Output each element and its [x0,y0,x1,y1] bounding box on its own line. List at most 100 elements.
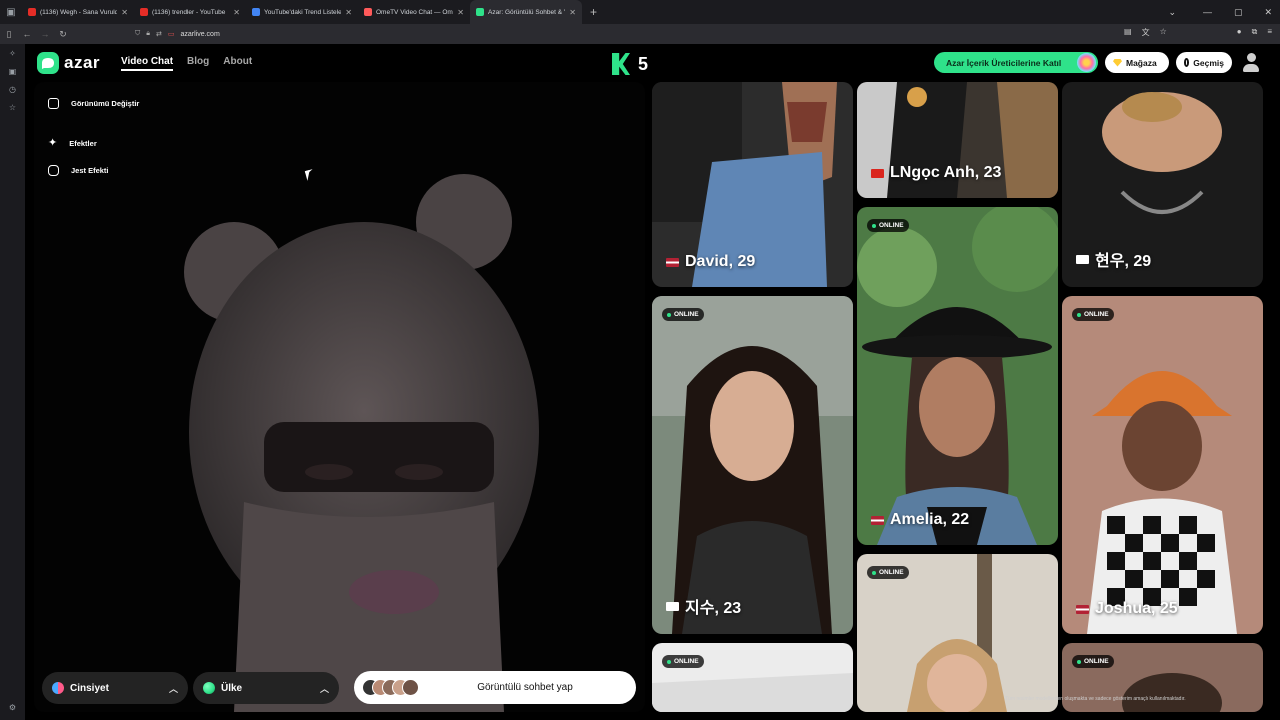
extensions-puzzle-icon[interactable]: ⧉ [1252,27,1258,38]
online-badge: ONLINE [867,566,909,579]
profile-card[interactable]: LNgọc Anh, 23 [857,82,1058,198]
translate-icon[interactable]: 文 [1142,27,1150,38]
forward-icon[interactable]: → [36,29,54,39]
sidebar-toggle-icon[interactable]: ▣ [0,0,22,24]
sidebar-panel-icon[interactable]: ▯ [0,29,18,40]
back-icon[interactable]: ← [18,29,36,39]
close-tab-icon[interactable]: ✕ [569,8,576,17]
reader-view-icon[interactable]: ▤ [1124,27,1132,38]
profile-card[interactable]: David, 29 [652,82,853,287]
bookmark-star-icon[interactable]: ☆ [1160,27,1167,38]
main-nav: Video Chat Blog About [121,56,252,71]
bookmarks-icon[interactable]: ☆ [0,98,25,116]
profile-card[interactable]: ONLINE 지수, 23 [652,296,853,634]
close-tab-icon[interactable]: ✕ [121,8,128,17]
azar-logo[interactable]: azar [37,52,100,74]
shield-icon[interactable]: ⛉ [135,30,140,38]
gem-icon [1113,58,1122,67]
azar-favicon-icon [476,8,484,16]
close-tab-icon[interactable]: ✕ [457,8,464,17]
profile-photo [857,207,1058,545]
nav-about[interactable]: About [223,56,252,71]
profile-name: 현우, 29 [1076,247,1151,271]
permissions-icon[interactable]: ⇄ [156,30,162,38]
extension-icon[interactable]: ● [1237,27,1242,38]
youtube-favicon-icon [140,8,148,16]
creator-join-button[interactable]: Azar İçerik Üreticilerine Katıl [934,52,1098,73]
switch-view-option[interactable]: Görünümü Değiştir [48,98,139,109]
maximize-icon[interactable]: ▢ [1234,7,1243,18]
url-text[interactable]: azarlive.com [180,31,219,38]
switch-view-icon [48,98,59,109]
kr-flag-icon [666,601,679,611]
lock-icon[interactable]: 🔒︎ [146,30,150,38]
online-dot-icon [667,312,671,317]
history-icon[interactable]: ◷ [0,80,25,98]
history-button[interactable]: Geçmiş [1176,52,1232,73]
close-tab-icon[interactable]: ✕ [345,8,352,17]
browser-nav-bar: ▯ ← → ↻ ⛉ 🔒︎ ⇄ ▭ azarlive.com ▤ 文 ☆ ● ⧉ … [0,24,1280,44]
browser-tab-active[interactable]: Azar: Görüntülü Sohbet & Yeni ✕ [470,0,582,24]
k-counter: 5 [612,53,648,75]
azar-app: azar Video Chat Blog About 5 Azar İçerik… [25,44,1280,720]
online-dot-icon [1077,312,1081,317]
browser-tab[interactable]: (1136) Wegh - Sana Vuruldum (✕ [22,0,134,24]
k-logo-icon [612,53,630,75]
profile-photo [652,643,853,712]
ai-sparkle-icon[interactable]: ✧ [0,44,25,62]
gender-icon [52,682,64,694]
logo-text: azar [64,53,101,72]
nav-video-chat[interactable]: Video Chat [121,56,174,71]
image-disclaimer: Tüm resimler modellerden oluşmakta ve sa… [1005,696,1186,702]
history-label: Geçmiş [1193,57,1224,68]
store-button[interactable]: Mağaza [1105,52,1169,73]
tab-title: (1136) Wegh - Sana Vuruldum ( [40,8,118,16]
browser-tab-bar: ▣ (1136) Wegh - Sana Vuruldum (✕ (1136) … [0,0,1280,24]
profile-name: 지수, 23 [666,594,741,618]
window-controls: ⌄ — ▢ ✕ [1168,0,1272,24]
gesture-effect-label: Jest Efekti [71,166,109,175]
profile-card[interactable]: ONLINE Joshua, 25 [1062,296,1263,634]
start-video-chat-button[interactable]: Görüntülü sohbet yap [354,671,636,704]
youtube-favicon-icon [28,8,36,16]
tab-list-chevron-icon[interactable]: ⌄ [1168,7,1176,18]
gender-filter-dropdown[interactable]: Cinsiyet ︿ [42,672,188,704]
tab-title: YouTube'daki Trend Listeleri - Yo [264,8,342,16]
minimize-icon[interactable]: — [1203,7,1212,17]
online-badge: ONLINE [867,219,909,232]
browser-tab[interactable]: YouTube'daki Trend Listeleri - Yo✕ [246,0,358,24]
browser-tab[interactable]: OmeTV Video Chat — Omegle ✕ [358,0,470,24]
site-info-icon[interactable]: ▭ [168,30,175,38]
profile-card[interactable]: ONLINE [857,554,1058,712]
nav-blog[interactable]: Blog [187,56,209,71]
tab-title: (1136) trendler - YouTube [152,8,226,16]
kr-flag-icon [1076,254,1089,264]
country-filter-dropdown[interactable]: Ülke ︿ [193,672,339,704]
address-bar[interactable]: ⛉ 🔒︎ ⇄ ▭ azarlive.com [135,27,220,41]
reload-icon[interactable]: ↻ [54,29,72,40]
tab-title: OmeTV Video Chat — Omegle [376,8,453,16]
profile-card[interactable]: 현우, 29 [1062,82,1263,287]
us-flag-icon [666,257,679,267]
profile-photo [652,296,853,634]
user-profile-icon[interactable] [1242,53,1260,73]
settings-gear-icon[interactable]: ⚙ [0,698,25,716]
effects-option[interactable]: ✦ Efektler [48,138,97,149]
camera-feed-image [184,174,539,712]
profile-name: Joshua, 25 [1076,600,1178,618]
browser-tab[interactable]: (1136) trendler - YouTube ✕ [134,0,246,24]
close-tab-icon[interactable]: ✕ [233,8,240,17]
wallet-icon[interactable]: ▣ [0,62,25,80]
gesture-effect-option[interactable]: Jest Efekti [48,165,109,176]
vn-flag-icon [871,168,884,178]
profile-card[interactable]: ONLINE Amelia, 22 [857,207,1058,545]
clock-icon [1184,58,1190,67]
profile-name: LNgọc Anh, 23 [871,164,1001,182]
new-tab-plus-icon[interactable]: + [590,5,597,19]
chevron-up-icon: ︿ [168,683,178,694]
gender-filter-label: Cinsiyet [70,682,109,694]
profile-card[interactable]: ONLINE [652,643,853,712]
close-window-icon[interactable]: ✕ [1264,7,1272,18]
video-preview-panel: Görünümü Değiştir ✦ Efektler Jest Efekti [34,82,645,712]
menu-icon[interactable]: ≡ [1267,27,1272,38]
